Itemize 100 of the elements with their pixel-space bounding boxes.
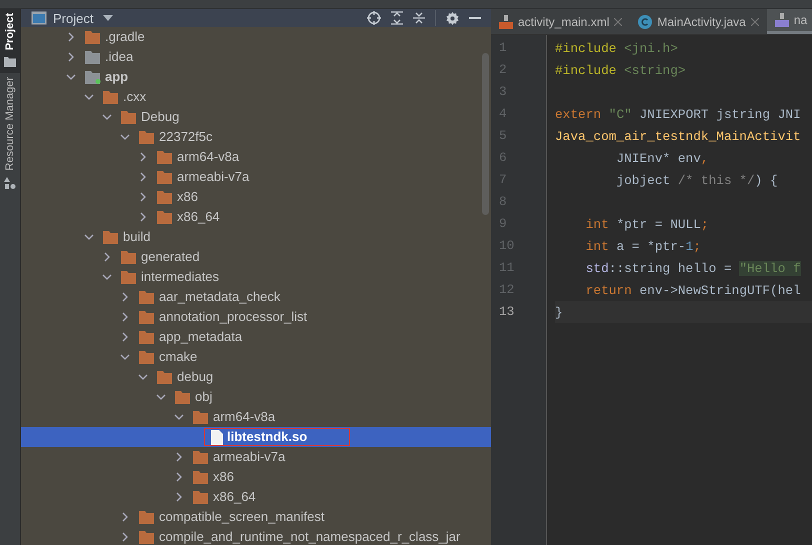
tree-item[interactable]: armeabi-v7a: [21, 167, 491, 187]
editor-tab[interactable]: na: [766, 9, 812, 34]
editor-tab[interactable]: MainActivity.java: [630, 9, 767, 34]
item-label: compatible_screen_manifest: [159, 511, 324, 523]
chevron-right-icon[interactable]: [122, 532, 128, 542]
chevron-right-icon[interactable]: [122, 292, 128, 302]
code-line: #include <jni.h>: [555, 40, 678, 56]
tool-window-button[interactable]: Resource Manager: [0, 73, 20, 195]
item-label: annotation_processor_list: [159, 311, 308, 323]
folder-icon: [4, 56, 16, 68]
code-line: JNIEnv* env,: [615, 150, 709, 166]
chevron-right-icon[interactable]: [122, 512, 128, 522]
locate-icon[interactable]: [367, 11, 381, 25]
folder-icon: [157, 170, 173, 184]
code-line: extern "C" JNIEXPORT jstring JNI: [555, 106, 801, 122]
tree-item[interactable]: 22372f5c: [21, 127, 491, 147]
settings-icon[interactable]: [446, 12, 459, 24]
chevron-right-icon[interactable]: [176, 492, 182, 502]
item-label: .cxx: [123, 91, 146, 103]
code-line: Java_com_air_testndk_MainActivit: [555, 128, 801, 144]
tree-item[interactable]: x86_64: [21, 207, 491, 227]
shapes-icon: [4, 176, 16, 189]
chevron-down-icon[interactable]: [120, 354, 130, 360]
code-line: jobject /* this */) {: [615, 172, 778, 188]
expand-all-icon[interactable]: [391, 11, 403, 25]
chevron-right-icon[interactable]: [140, 212, 146, 222]
tool-window-button[interactable]: Project: [0, 9, 20, 74]
item-label: libtestndk.so: [207, 431, 348, 443]
close-icon[interactable]: [614, 18, 622, 26]
folder-icon: [121, 110, 137, 124]
folder-icon: [139, 330, 155, 344]
xml-file-icon: [499, 14, 513, 28]
chevron-down-icon[interactable]: [156, 394, 166, 400]
chevron-down-icon[interactable]: [102, 274, 112, 280]
item-label: generated: [141, 251, 200, 263]
code-line: int a = *ptr-1;: [584, 238, 701, 254]
tree-item[interactable]: x86_64: [21, 487, 491, 507]
folder-icon: [175, 390, 191, 404]
chevron-down-icon[interactable]: [66, 74, 76, 80]
tree-item[interactable]: intermediates: [21, 267, 491, 287]
chevron-down-icon[interactable]: [84, 94, 94, 100]
chevron-right-icon[interactable]: [68, 32, 74, 42]
chevron-right-icon[interactable]: [122, 312, 128, 322]
chevron-right-icon[interactable]: [140, 152, 146, 162]
chevron-right-icon[interactable]: [176, 452, 182, 462]
tree-item[interactable]: compatible_screen_manifest: [21, 507, 491, 527]
chevron-right-icon[interactable]: [104, 252, 110, 262]
chevron-down-icon[interactable]: [102, 114, 112, 120]
tree-item[interactable]: libtestndk.so: [21, 427, 491, 447]
chevron-down-icon[interactable]: [138, 374, 148, 380]
tree-item[interactable]: obj: [21, 387, 491, 407]
tree-item[interactable]: compile_and_runtime_not_namespaced_r_class_jar: [21, 527, 491, 545]
tree-item[interactable]: x86: [21, 187, 491, 207]
tree-item[interactable]: debug: [21, 367, 491, 387]
tree-item[interactable]: generated: [21, 247, 491, 267]
tree-item[interactable]: aar_metadata_check: [21, 287, 491, 307]
folder-icon: [157, 370, 173, 384]
folder-icon: [193, 470, 209, 484]
tree-item[interactable]: arm64-v8a: [21, 147, 491, 167]
chevron-right-icon[interactable]: [140, 172, 146, 182]
code-line: int *ptr = NULL;: [584, 216, 709, 232]
tree-item[interactable]: .idea: [21, 47, 491, 67]
class-icon: [638, 14, 652, 28]
collapse-all-icon[interactable]: [413, 11, 425, 25]
tree-item[interactable]: .gradle: [21, 27, 491, 47]
item-label: armeabi-v7a: [177, 171, 250, 183]
folder-icon: [85, 70, 101, 84]
folder-icon: [193, 450, 209, 464]
tree-item[interactable]: .cxx: [21, 87, 491, 107]
folder-icon: [139, 290, 155, 304]
chevron-down-icon[interactable]: [84, 234, 94, 240]
monitor-icon: [31, 11, 47, 25]
tree-item[interactable]: annotation_processor_list: [21, 307, 491, 327]
chevron-down-icon[interactable]: [120, 134, 130, 140]
folder-icon: [139, 530, 155, 544]
tree-item[interactable]: cmake: [21, 347, 491, 367]
tree-item[interactable]: app_metadata: [21, 327, 491, 347]
tree-item[interactable]: armeabi-v7a: [21, 447, 491, 467]
tree-item[interactable]: x86: [21, 467, 491, 487]
tree-item[interactable]: Debug: [21, 107, 491, 127]
item-label: x86: [213, 471, 234, 483]
item-label: obj: [195, 391, 212, 403]
tree-item[interactable]: arm64-v8a: [21, 407, 491, 427]
chevron-right-icon[interactable]: [68, 52, 74, 62]
folder-icon: [157, 210, 173, 224]
chevron-right-icon[interactable]: [176, 472, 182, 482]
close-icon[interactable]: [750, 18, 759, 26]
panel-title[interactable]: Project: [53, 10, 94, 26]
scrollbar-thumb[interactable]: [482, 53, 489, 215]
tree-item[interactable]: build: [21, 227, 491, 247]
editor-tab[interactable]: activity_main.xml: [491, 9, 630, 34]
chevron-down-icon[interactable]: [174, 414, 184, 420]
item-label: arm64-v8a: [213, 411, 276, 423]
dropdown-caret-icon[interactable]: [103, 15, 114, 21]
chevron-right-icon[interactable]: [122, 332, 128, 342]
folder-icon: [103, 90, 119, 104]
item-label: build: [123, 231, 150, 243]
tree-item[interactable]: app: [21, 67, 491, 87]
chevron-right-icon[interactable]: [140, 192, 146, 202]
folder-icon: [139, 350, 155, 364]
